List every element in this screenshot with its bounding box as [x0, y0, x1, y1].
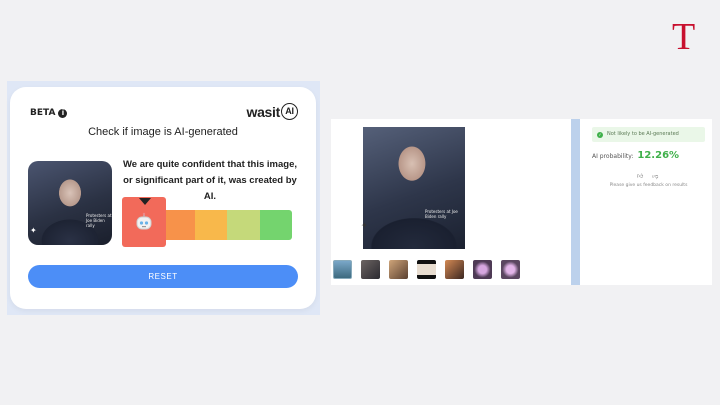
thumbnail-4[interactable]	[417, 260, 436, 279]
thumbnail-6[interactable]	[473, 260, 492, 279]
probability-value: 12.26%	[637, 150, 680, 161]
sparkle-icon: ✦	[30, 226, 37, 235]
sparkle-icon: ✦	[361, 221, 368, 230]
photo-caption: Protesters at Joe Biden rally	[425, 209, 458, 219]
thumbnail-caption: Protesters at Joe Biden rally	[86, 213, 112, 228]
robot-icon	[136, 212, 152, 230]
logo-text: wasit	[246, 103, 280, 120]
reset-button[interactable]: RESET	[28, 265, 298, 288]
thumbs-down-icon[interactable]: 👎︎	[652, 172, 658, 180]
thumbs-up-icon[interactable]: 👍︎	[637, 172, 643, 180]
detector-card: BETA i wasit AI Check if image is AI-gen…	[10, 87, 316, 309]
thumbnail-5[interactable]	[445, 260, 464, 279]
thumbnail-1[interactable]	[333, 260, 352, 279]
probability-label: AI probability:	[592, 153, 634, 160]
meter-segment-4	[227, 210, 260, 240]
thumbnail-2[interactable]	[361, 260, 380, 279]
info-icon[interactable]: i	[58, 108, 68, 118]
thumbnail-strip	[333, 260, 520, 279]
panel-divider	[571, 119, 580, 285]
logo-ai-badge: AI	[281, 103, 298, 120]
wasitai-logo: wasit AI	[246, 103, 298, 120]
feedback-text: Please give us feedback on results	[609, 183, 688, 188]
meter-segment-3	[194, 210, 228, 240]
card-title: Check if image is AI-generated	[88, 126, 238, 138]
meter-segment-5	[259, 210, 292, 240]
uploaded-image-thumbnail: Protesters at Joe Biden rally ✦	[28, 161, 112, 245]
feedback-icons: 👍︎ 👎︎	[637, 172, 658, 180]
beta-badge: BETA i	[30, 108, 68, 118]
brand-logo: T	[672, 16, 696, 58]
comparison-screenshot: Protesters at Joe Biden rally ✦ ✓ Not li…	[331, 119, 712, 285]
thumbnail-3[interactable]	[389, 260, 408, 279]
result-badge-text: Not likely to be AI-generated	[607, 131, 679, 137]
analyzed-photo: Protesters at Joe Biden rally	[363, 127, 465, 249]
result-badge: ✓ Not likely to be AI-generated	[592, 127, 705, 142]
marker-pointer	[139, 198, 151, 205]
thumbnail-7[interactable]	[501, 260, 520, 279]
meter-segment-2	[162, 210, 195, 240]
beta-label: BETA	[30, 108, 56, 118]
check-icon: ✓	[597, 131, 603, 138]
probability-line: AI probability: 12.26%	[592, 150, 679, 161]
